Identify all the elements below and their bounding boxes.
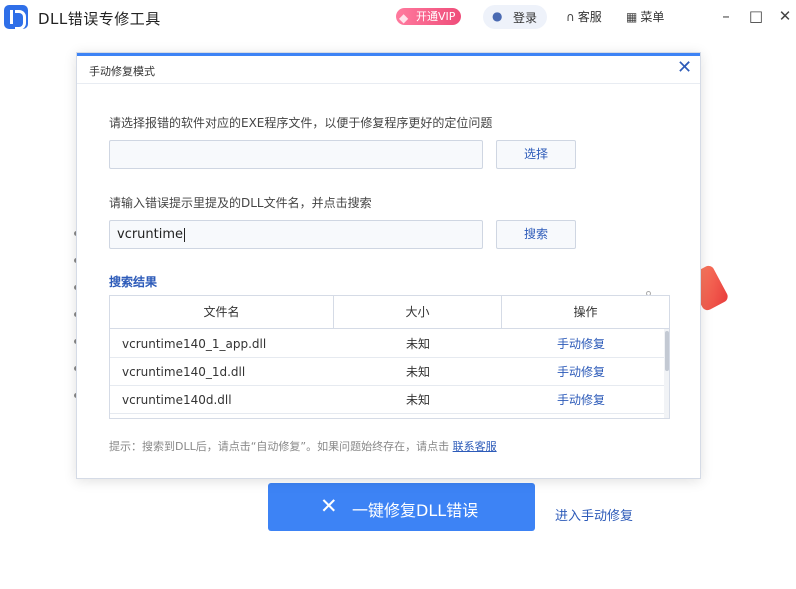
vip-label: 开通VIP <box>416 10 456 23</box>
title-bar: DLL错误专修工具 ◆ 开通VIP ● 登录 ∩ 客服 ▦ 菜单 – □ ✕ <box>0 0 796 34</box>
close-icon[interactable]: ✕ <box>677 57 692 78</box>
contact-service-link[interactable]: 联系客服 <box>453 440 497 453</box>
text-caret <box>184 227 186 242</box>
select-file-button[interactable]: 选择 <box>496 140 576 169</box>
manual-fix-dialog: 手动修复模式 ✕ 请选择报错的软件对应的EXE程序文件，以便于修复程序更好的定位… <box>76 52 701 479</box>
table-row: vcruntime140d.dll 未知 手动修复 <box>110 386 664 414</box>
login-label: 登录 <box>513 11 538 25</box>
service-label: 客服 <box>577 10 602 24</box>
manual-fix-action[interactable]: 手动修复 <box>502 358 660 386</box>
search-button[interactable]: 搜索 <box>496 220 576 249</box>
manual-fix-action[interactable]: 手动修复 <box>502 386 660 414</box>
tip-text: 提示：搜索到DLL后，请点击“自动修复”。如果问题始终存在，请点击 联系客服 <box>109 438 497 454</box>
cell-size: 未知 <box>405 393 430 407</box>
manual-fix-action[interactable]: 手动修复 <box>502 330 660 358</box>
vip-button[interactable]: ◆ 开通VIP <box>396 8 462 25</box>
headset-icon: ∩ <box>566 10 575 24</box>
dll-prompt: 请输入错误提示里提及的DLL文件名，并点击搜索 <box>109 196 372 210</box>
one-click-fix-button[interactable]: ✕ 一键修复DLL错误 <box>268 483 535 531</box>
table-row: vcruntime140_1_app.dll 未知 手动修复 <box>110 330 664 358</box>
grid-icon: ▦ <box>626 10 638 24</box>
service-button[interactable]: ∩ 客服 <box>566 8 602 25</box>
menu-button[interactable]: ▦ 菜单 <box>626 8 664 25</box>
app-title: DLL错误专修工具 <box>38 10 161 28</box>
tools-icon: ✕ <box>320 494 338 518</box>
results-title: 搜索结果 <box>109 275 158 289</box>
cell-size: 未知 <box>405 337 430 351</box>
tip-message: 提示：搜索到DLL后，请点击“自动修复”。如果问题始终存在，请点击 <box>109 440 450 453</box>
table-header: 文件名 大小 操作 <box>110 296 669 329</box>
dialog-title: 手动修复模式 <box>89 65 155 78</box>
user-icon: ● <box>492 9 503 23</box>
column-header-size: 大小 <box>333 296 501 329</box>
dll-name-input[interactable]: vcruntime <box>109 220 483 249</box>
dialog-accent-bar <box>77 53 700 56</box>
maximize-button[interactable]: □ <box>747 6 765 26</box>
close-window-button[interactable]: ✕ <box>776 6 794 26</box>
diamond-icon: ◆ <box>399 11 409 25</box>
column-header-filename: 文件名 <box>203 305 240 319</box>
menu-label: 菜单 <box>640 10 665 24</box>
fix-button-label: 一键修复DLL错误 <box>352 501 479 520</box>
exe-prompt: 请选择报错的软件对应的EXE程序文件，以便于修复程序更好的定位问题 <box>109 116 493 130</box>
cell-filename: vcruntime140d.dll <box>122 393 232 407</box>
cell-size: 未知 <box>405 365 430 379</box>
minimize-button[interactable]: – <box>717 6 735 26</box>
app-logo-icon <box>4 5 28 30</box>
table-scrollbar[interactable] <box>664 329 669 418</box>
column-header-action: 操作 <box>501 296 669 329</box>
dll-input-value: vcruntime <box>117 227 184 242</box>
cell-filename: vcruntime140_1d.dll <box>122 365 246 379</box>
manual-fix-link[interactable]: 进入手动修复 <box>555 505 633 524</box>
cell-filename: vcruntime140_1_app.dll <box>122 337 267 351</box>
results-table: 文件名 大小 操作 vcruntime140_1_app.dll 未知 手动修复… <box>109 295 670 419</box>
scroll-thumb[interactable] <box>665 331 669 371</box>
divider <box>77 83 700 84</box>
table-row: vcruntime140_1d.dll 未知 手动修复 <box>110 358 664 386</box>
login-button[interactable]: ● 登录 <box>483 5 547 29</box>
exe-path-input[interactable] <box>109 140 483 169</box>
